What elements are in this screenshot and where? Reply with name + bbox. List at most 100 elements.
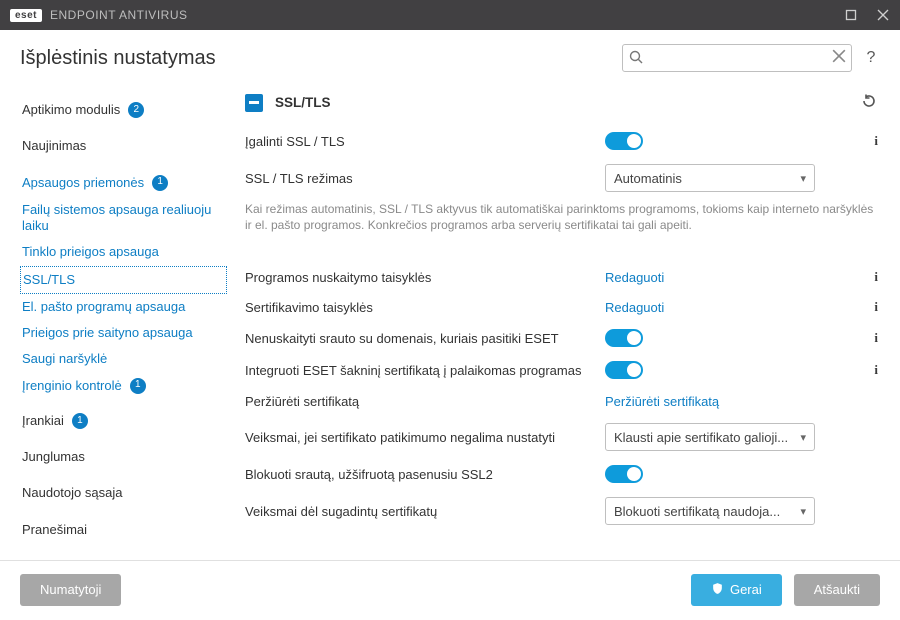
toggle-block-ssl2[interactable] [605,465,643,483]
sidebar-item-label: Failų sistemos apsauga realiuoju laiku [22,202,225,235]
sidebar-item-secure-browser[interactable]: Saugi naršyklė [20,346,227,372]
window-controls [844,8,890,22]
badge: 1 [72,413,88,429]
label-app-rules: Programos nuskaitymo taisyklės [245,270,605,285]
badge: 1 [152,175,168,191]
sidebar-item-ssltls[interactable]: SSL/TLS [20,266,227,294]
ok-button[interactable]: Gerai [691,574,782,606]
sidebar-item-label: Tinklo prieigos apsauga [22,244,159,260]
sidebar-item-label: Pranešimai [22,522,87,538]
sidebar-item-label: Prieigos prie saityno apsauga [22,325,193,341]
label-trusted-domains: Nenuskaityti srauto su domenais, kuriais… [245,331,605,346]
page-title: Išplėstinis nustatymas [20,47,216,70]
select-value: Blokuoti sertifikatą naudoja... [614,504,780,519]
label-unknown-validity: Veiksmai, jei sertifikato patikimumo neg… [245,430,605,445]
sidebar: Aptikimo modulis 2 Naujinimas Apsaugos p… [0,82,235,560]
section-title: SSL/TLS [275,95,331,110]
collapse-icon[interactable] [245,94,263,112]
select-value: Automatinis [614,171,682,186]
link-view-cert[interactable]: Peržiūrėti sertifikatą [605,394,719,409]
chevron-down-icon: ▾ [800,172,806,185]
sidebar-item-protections[interactable]: Apsaugos priemonės 1 [20,169,227,197]
label-ssl-mode: SSL / TLS režimas [245,171,605,186]
label-view-cert: Peržiūrėti sertifikatą [245,394,605,409]
sidebar-item-label: Apsaugos priemonės [22,175,144,191]
row-cert-rules: Sertifikavimo taisyklės Redaguoti i [245,292,878,322]
defaults-button[interactable]: Numatytoji [20,574,121,606]
sidebar-item-label: Aptikimo modulis [22,102,120,118]
select-unknown-validity[interactable]: Klausti apie sertifikato galioji... ▾ [605,423,815,451]
toggle-trusted-domains[interactable] [605,329,643,347]
clear-search-icon[interactable] [832,49,846,68]
note-ssl-mode: Kai režimas automatinis, SSL / TLS aktyv… [245,201,878,233]
footer: Numatytoji Gerai Atšaukti [0,560,900,618]
label-damaged-cert: Veiksmai dėl sugadintų sertifikatų [245,504,605,519]
row-view-cert: Peržiūrėti sertifikatą Peržiūrėti sertif… [245,386,878,416]
badge: 1 [130,378,146,394]
shield-icon [711,582,724,598]
sidebar-item-tools[interactable]: Įrankiai 1 [20,407,227,435]
search-icon [628,49,644,70]
select-damaged-cert[interactable]: Blokuoti sertifikatą naudoja... ▾ [605,497,815,525]
link-edit-app-rules[interactable]: Redaguoti [605,270,664,285]
sidebar-item-label: SSL/TLS [23,272,75,288]
sidebar-item-label: Įrenginio kontrolė [22,378,122,394]
header: Išplėstinis nustatymas ? [0,30,900,82]
row-unknown-validity: Veiksmai, jei sertifikato patikimumo neg… [245,416,878,458]
label-enable-ssl: Įgalinti SSL / TLS [245,134,605,149]
product-name: ENDPOINT ANTIVIRUS [50,8,187,22]
sidebar-item-email-client[interactable]: El. pašto programų apsauga [20,294,227,320]
section-header: SSL/TLS [245,86,878,125]
sidebar-item-network-access[interactable]: Tinklo prieigos apsauga [20,239,227,265]
window-close-icon[interactable] [876,8,890,22]
row-ssl-mode: SSL / TLS režimas Automatinis ▾ [245,157,878,199]
label-block-ssl2: Blokuoti srautą, užšifruotą pasenusiu SS… [245,467,605,482]
sidebar-item-realtime-fs[interactable]: Failų sistemos apsauga realiuoju laiku [20,197,227,240]
titlebar: eset ENDPOINT ANTIVIRUS [0,0,900,30]
chevron-down-icon: ▾ [800,505,806,518]
ok-button-label: Gerai [730,582,762,597]
cancel-button[interactable]: Atšaukti [794,574,880,606]
sidebar-item-label: Naujinimas [22,138,86,154]
main-panel: SSL/TLS Įgalinti SSL / TLS i SSL / TLS r… [235,82,900,560]
sidebar-item-label: El. pašto programų apsauga [22,299,185,315]
row-ssl-mode-note: Kai režimas automatinis, SSL / TLS aktyv… [245,199,878,240]
window-maximize-icon[interactable] [844,8,858,22]
search-box [622,44,852,72]
toggle-enable-ssl[interactable] [605,132,643,150]
sidebar-item-label: Saugi naršyklė [22,351,107,367]
sidebar-item-device-control[interactable]: Įrenginio kontrolė 1 [20,373,227,399]
link-edit-cert-rules[interactable]: Redaguoti [605,300,664,315]
row-block-ssl2: Blokuoti srautą, užšifruotą pasenusiu SS… [245,458,878,490]
select-value: Klausti apie sertifikato galioji... [614,430,788,445]
search-input[interactable] [622,44,852,72]
label-integrate-root: Integruoti ESET šakninį sertifikatą į pa… [245,363,605,378]
sidebar-item-label: Naudotojo sąsaja [22,485,122,501]
sidebar-item-label: Įrankiai [22,413,64,429]
sidebar-item-label: Junglumas [22,449,85,465]
sidebar-item-ui[interactable]: Naudotojo sąsaja [20,479,227,507]
brand-logo: eset [10,9,42,22]
sidebar-item-web-access[interactable]: Prieigos prie saityno apsauga [20,320,227,346]
brand: eset ENDPOINT ANTIVIRUS [10,8,187,22]
sidebar-item-detection-engine[interactable]: Aptikimo modulis 2 [20,96,227,124]
info-icon[interactable]: i [860,299,878,315]
row-integrate-root: Integruoti ESET šakninį sertifikatą į pa… [245,354,878,386]
sidebar-item-connectivity[interactable]: Junglumas [20,443,227,471]
select-ssl-mode[interactable]: Automatinis ▾ [605,164,815,192]
label-cert-rules: Sertifikavimo taisyklės [245,300,605,315]
sidebar-item-update[interactable]: Naujinimas [20,132,227,160]
row-trusted-domains: Nenuskaityti srauto su domenais, kuriais… [245,322,878,354]
toggle-integrate-root[interactable] [605,361,643,379]
help-icon[interactable]: ? [862,49,880,67]
revert-icon[interactable] [860,92,878,113]
info-icon[interactable]: i [860,362,878,378]
row-app-rules: Programos nuskaitymo taisyklės Redaguoti… [245,262,878,292]
row-enable-ssl: Įgalinti SSL / TLS i [245,125,878,157]
info-icon[interactable]: i [860,269,878,285]
info-icon[interactable]: i [860,133,878,149]
sidebar-item-notifications[interactable]: Pranešimai [20,516,227,544]
chevron-down-icon: ▾ [800,431,806,444]
badge: 2 [128,102,144,118]
info-icon[interactable]: i [860,330,878,346]
